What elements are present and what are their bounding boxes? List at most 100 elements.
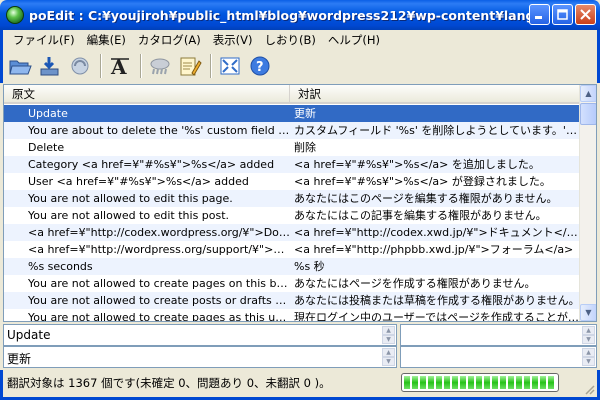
translation-list[interactable]: 原文 対訳 Update 更新 You are about to delete t… bbox=[3, 84, 597, 322]
fullscreen-button[interactable] bbox=[216, 52, 244, 80]
source-comment-pane[interactable]: ▲ ▼ bbox=[400, 324, 597, 346]
row-translation: 削除 bbox=[294, 141, 316, 154]
progress-block bbox=[516, 376, 522, 389]
scroll-thumb[interactable] bbox=[580, 103, 596, 125]
row-source: You are not allowed to create posts or d… bbox=[28, 294, 290, 307]
row-translation: あなたにはこの記事を編集する権限がありません。 bbox=[294, 209, 547, 222]
scroll-up-button[interactable]: ▲ bbox=[382, 348, 395, 357]
table-row[interactable]: User <a href=¥"#%s¥">%s</a> added <a href… bbox=[4, 173, 580, 190]
row-translation: <a href=¥"#%s¥">%s</a> が登録されました。 bbox=[294, 175, 551, 188]
help-button[interactable]: ? bbox=[246, 52, 274, 80]
progress-block bbox=[420, 376, 426, 389]
font-button[interactable]: A bbox=[106, 52, 134, 80]
scroll-up-button[interactable]: ▲ bbox=[582, 348, 595, 357]
save-icon bbox=[40, 57, 59, 76]
save-button[interactable] bbox=[36, 52, 64, 80]
row-translation: <a href=¥"http://phpbb.xwd.jp/¥">フォーラム</… bbox=[294, 243, 574, 256]
menu-catalog[interactable]: カタログ(A) bbox=[132, 32, 207, 48]
progress-fill bbox=[404, 376, 556, 389]
title-bar[interactable]: poEdit : C:¥youjiroh¥public_html¥blog¥wo… bbox=[0, 0, 600, 30]
table-row[interactable]: Update 更新 bbox=[4, 105, 580, 122]
row-source: You are not allowed to edit this post. bbox=[28, 209, 230, 222]
table-row[interactable]: You are not allowed to create pages on t… bbox=[4, 275, 580, 292]
open-button[interactable] bbox=[6, 52, 34, 80]
menu-file[interactable]: ファイル(F) bbox=[7, 32, 81, 48]
row-translation: <a href=¥"#%s¥">%s</a> を追加しました。 bbox=[294, 158, 540, 171]
svg-text:?: ? bbox=[256, 60, 264, 75]
progress-block bbox=[540, 376, 546, 389]
maximize-button[interactable] bbox=[552, 4, 573, 25]
row-translation: あなたにはページを作成する権限がありません。 bbox=[294, 277, 536, 290]
comment-pane-scrollbar[interactable]: ▲ ▼ bbox=[582, 326, 595, 344]
table-row[interactable]: Delete 削除 bbox=[4, 139, 580, 156]
scroll-down-button[interactable]: ▼ bbox=[580, 304, 596, 321]
scroll-up-button[interactable]: ▲ bbox=[382, 326, 395, 335]
row-translation: あなたにはこのページを編集する権限がありません。 bbox=[294, 192, 558, 205]
help-icon: ? bbox=[250, 56, 270, 76]
scroll-down-button[interactable]: ▼ bbox=[382, 335, 395, 344]
list-scrollbar[interactable]: ▲ ▼ bbox=[579, 85, 596, 321]
update-button[interactable] bbox=[66, 52, 94, 80]
translation-text: 更新 bbox=[7, 352, 32, 366]
table-row[interactable]: You are not allowed to create pages as t… bbox=[4, 309, 580, 321]
row-source: You are about to delete the '%s' custom … bbox=[28, 124, 290, 137]
menu-bar: ファイル(F) 編集(E) カタログ(A) 表示(V) しおり(B) ヘルプ(H… bbox=[0, 30, 600, 49]
row-source: Category <a href=¥"#%s¥">%s</a> added bbox=[28, 158, 275, 171]
scroll-down-button[interactable]: ▼ bbox=[382, 357, 395, 366]
comment-button[interactable] bbox=[176, 52, 204, 80]
row-source: %s seconds bbox=[28, 260, 93, 273]
progress-block bbox=[404, 376, 410, 389]
scroll-down-button[interactable]: ▼ bbox=[582, 357, 595, 366]
scroll-up-button[interactable]: ▲ bbox=[582, 326, 595, 335]
translation-comment-scrollbar[interactable]: ▲ ▼ bbox=[582, 348, 595, 366]
poedit-app-icon[interactable] bbox=[6, 6, 24, 24]
source-text-pane[interactable]: Update ▲ ▼ bbox=[3, 324, 397, 346]
table-row[interactable]: %s seconds %s 秒 bbox=[4, 258, 580, 275]
menu-edit[interactable]: 編集(E) bbox=[81, 32, 132, 48]
translation-pane-scrollbar[interactable]: ▲ ▼ bbox=[382, 348, 395, 366]
progress-block bbox=[524, 376, 530, 389]
up-arrow-icon: ▲ bbox=[585, 89, 592, 98]
menu-view[interactable]: 表示(V) bbox=[207, 32, 259, 48]
row-source: Update bbox=[28, 107, 68, 120]
column-translation[interactable]: 対訳 bbox=[290, 85, 580, 103]
progress-block bbox=[548, 376, 554, 389]
table-row[interactable]: <a href=¥"http://codex.wordpress.org/¥">… bbox=[4, 224, 580, 241]
table-row[interactable]: You are not allowed to edit this page. あな… bbox=[4, 190, 580, 207]
toolbar-separator bbox=[140, 54, 142, 78]
down-arrow-icon: ▼ bbox=[585, 308, 592, 317]
row-translation: カスタムフィールド '%s' を削除しようとしています。'OK' で... bbox=[294, 124, 580, 137]
row-translation: あなたには投稿または草稿を作成する権限がありません。 bbox=[294, 294, 580, 307]
column-source[interactable]: 原文 bbox=[4, 85, 290, 103]
table-row[interactable]: Category <a href=¥"#%s¥">%s</a> added <a … bbox=[4, 156, 580, 173]
row-source: Delete bbox=[28, 141, 65, 154]
row-source: User <a href=¥"#%s¥">%s</a> added bbox=[28, 175, 249, 188]
menu-bookmarks[interactable]: しおり(B) bbox=[259, 32, 322, 48]
progress-block bbox=[500, 376, 506, 389]
translation-text-pane[interactable]: 更新 ▲ ▼ bbox=[3, 346, 397, 368]
translation-comment-pane[interactable]: ▲ ▼ bbox=[400, 346, 597, 368]
row-source: You are not allowed to edit this page. bbox=[28, 192, 233, 205]
close-button[interactable] bbox=[575, 4, 596, 25]
source-pane-scrollbar[interactable]: ▲ ▼ bbox=[382, 326, 395, 344]
font-icon: A bbox=[110, 55, 129, 77]
validate-icon bbox=[150, 58, 170, 75]
table-row[interactable]: You are not allowed to edit this post. あな… bbox=[4, 207, 580, 224]
scroll-down-button[interactable]: ▼ bbox=[582, 335, 595, 344]
source-text: Update bbox=[7, 328, 51, 342]
minimize-icon bbox=[535, 16, 542, 19]
table-row[interactable]: You are not allowed to create posts or d… bbox=[4, 292, 580, 309]
progress-block bbox=[492, 376, 498, 389]
resize-grip-icon[interactable] bbox=[583, 383, 595, 395]
minimize-button[interactable] bbox=[529, 4, 550, 25]
scroll-up-button[interactable]: ▲ bbox=[580, 85, 596, 102]
row-translation: 更新 bbox=[294, 107, 316, 120]
status-bar: 翻訳対象は 1367 個です(未確定 0、問題あり 0、未翻訳 0 )。 bbox=[0, 370, 600, 400]
maximize-icon bbox=[557, 9, 568, 20]
validate-button[interactable] bbox=[146, 52, 174, 80]
table-row[interactable]: You are about to delete the '%s' custom … bbox=[4, 122, 580, 139]
progress-block bbox=[484, 376, 490, 389]
menu-help[interactable]: ヘルプ(H) bbox=[322, 32, 386, 48]
fullscreen-icon bbox=[220, 57, 240, 75]
table-row[interactable]: <a href=¥"http://wordpress.org/support/¥… bbox=[4, 241, 580, 258]
